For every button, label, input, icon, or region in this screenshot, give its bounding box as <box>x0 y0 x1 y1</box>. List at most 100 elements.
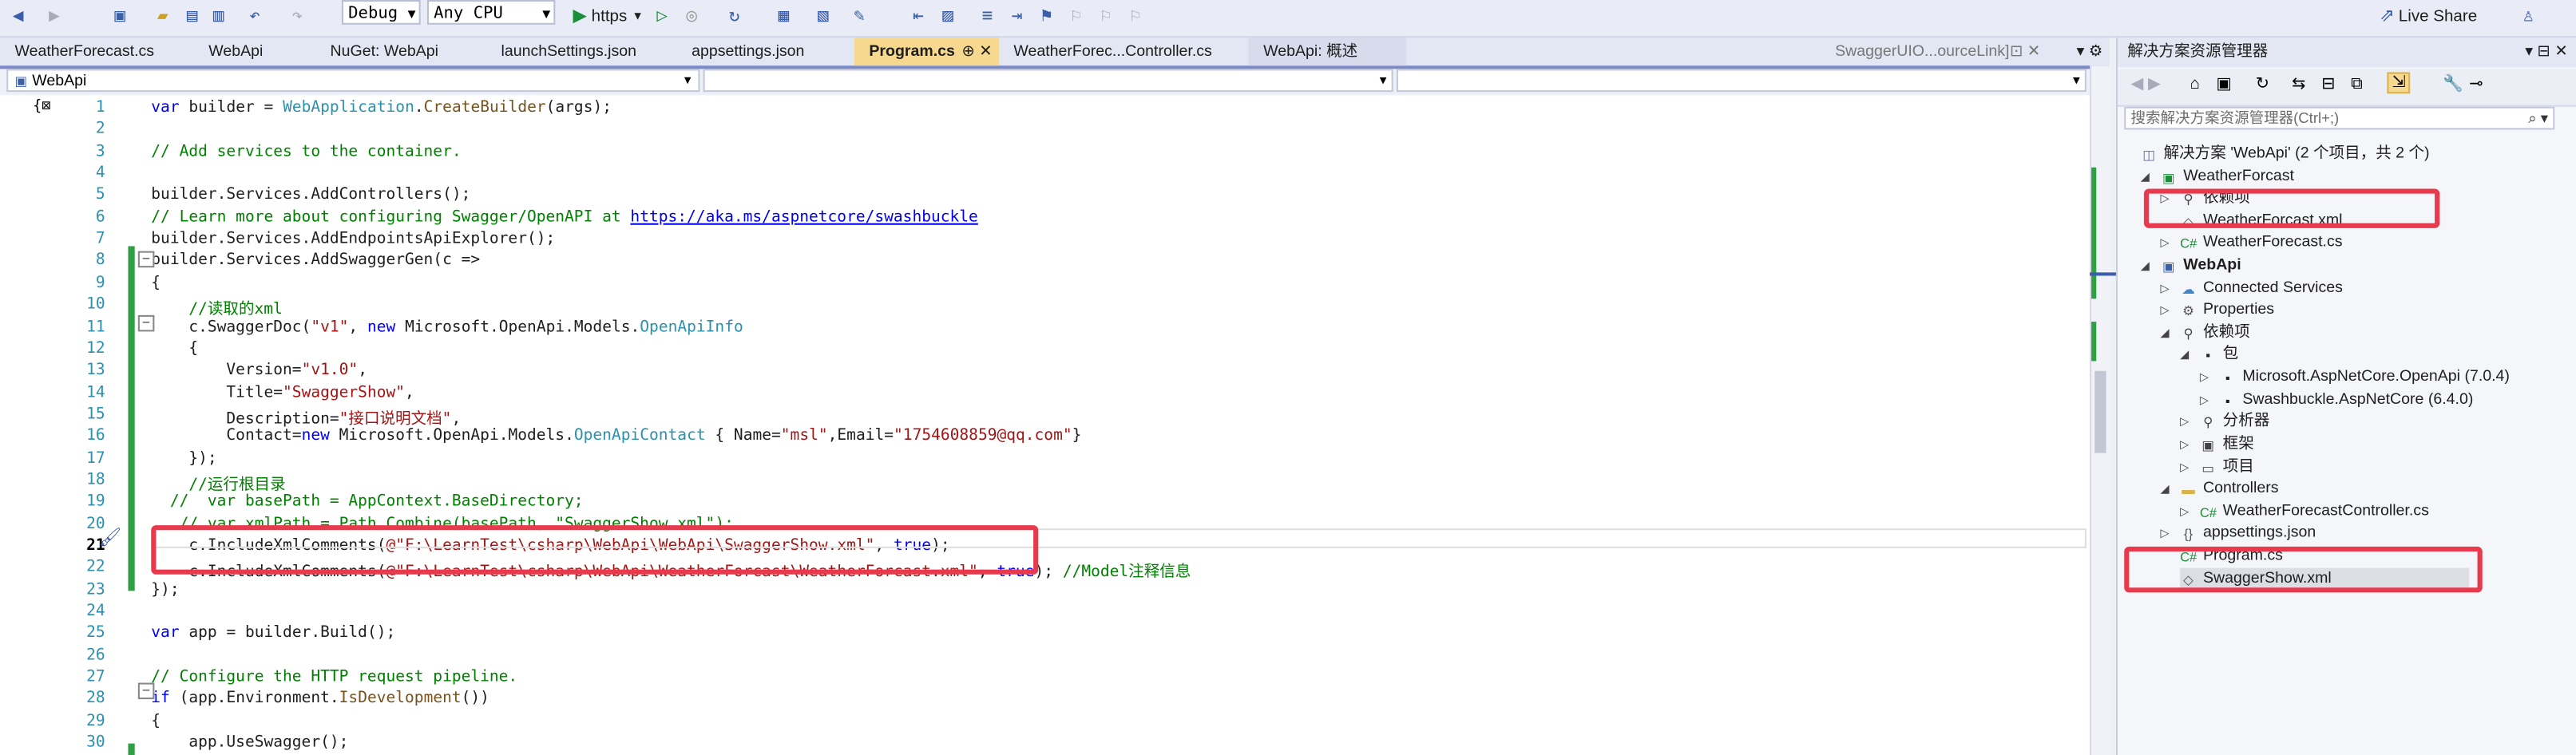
tree-item[interactable]: ⚙ Properties <box>2180 298 2274 320</box>
collapsed-arrow-icon[interactable]: ▷ <box>2180 504 2189 517</box>
tree-item[interactable]: ▭ 项目 <box>2200 456 2253 477</box>
tab-appsettings[interactable]: appsettings.json <box>677 38 854 65</box>
expanded-arrow-icon[interactable]: ◢ <box>2141 170 2150 183</box>
collapsed-arrow-icon[interactable]: ▷ <box>2160 236 2169 249</box>
expanded-arrow-icon[interactable]: ◢ <box>2180 348 2189 361</box>
start-without-debug-icon[interactable]: ▷ <box>651 3 674 30</box>
tab-webapi[interactable]: WebApi <box>194 38 315 65</box>
tab-overflow-icon[interactable]: ▾ ⚙ <box>2070 38 2109 65</box>
sync-icon[interactable]: ⇆ <box>2292 76 2305 94</box>
member-nav-select[interactable]: ▼ <box>1396 69 2087 93</box>
docs-link[interactable]: https://aka.ms/aspnetcore/swashbuckle <box>630 208 977 227</box>
tree-item[interactable]: ⚲ 依赖项 <box>2180 321 2249 342</box>
format-icon[interactable]: ≡ <box>976 3 999 30</box>
open-folder-icon[interactable]: ▰ <box>151 3 174 30</box>
collapsed-arrow-icon[interactable]: ▷ <box>2180 438 2189 451</box>
refresh-icon[interactable]: ↻ <box>723 3 746 30</box>
bookmark-clear-icon[interactable]: ⚐ <box>1124 3 1147 30</box>
collapse-icon[interactable]: − <box>137 314 155 332</box>
platform-select[interactable]: Any CPU ▼ <box>426 0 556 25</box>
json-file-icon: {} <box>2183 527 2193 542</box>
collapse-icon[interactable]: − <box>137 251 155 268</box>
bookmark-prev-icon[interactable]: ⚐ <box>1064 3 1088 30</box>
collapsed-arrow-icon[interactable]: ▷ <box>2180 461 2189 473</box>
type-nav-select[interactable]: ▼ <box>703 69 1393 93</box>
tree-item[interactable]: {} appsettings.json <box>2180 522 2316 544</box>
expanded-arrow-icon[interactable]: ◢ <box>2160 326 2169 338</box>
step-icon[interactable]: ⇤ <box>907 3 930 30</box>
tab-program-cs[interactable]: Program.cs ⊕ ✕ <box>854 38 999 66</box>
show-all-files-icon[interactable]: ⧉ <box>2351 76 2363 94</box>
collapsed-arrow-icon[interactable]: ▷ <box>2200 371 2209 384</box>
code-line: Description="接口说明文档", <box>151 405 461 429</box>
tree-item[interactable]: ▪ Microsoft.AspNetCore.OpenApi (7.0.4) <box>2220 366 2510 388</box>
expanded-arrow-icon[interactable]: ◢ <box>2141 259 2150 272</box>
bookmark-icon[interactable]: ⚑ <box>1035 3 1058 30</box>
tree-item[interactable]: ☁ Connected Services <box>2180 277 2343 298</box>
quick-action-icon[interactable]: 🖌 <box>98 527 121 548</box>
collapse-icon[interactable]: − <box>137 682 155 700</box>
tab-webapi-overview[interactable]: WebApi: 概述 <box>1248 38 1407 66</box>
collapsed-arrow-icon[interactable]: ▷ <box>2160 282 2169 294</box>
tree-item-label: 分析器 <box>2222 412 2270 430</box>
run-button[interactable]: ▶ https ▼ <box>569 3 644 30</box>
pending-changes-icon[interactable]: ↻ <box>2256 76 2269 94</box>
code-token: new <box>301 427 330 445</box>
live-share-button[interactable]: ⇗ Live Share <box>2376 3 2477 30</box>
back-icon[interactable]: ◀ <box>6 3 30 30</box>
close-icon[interactable]: ⊕ ✕ <box>961 38 992 65</box>
collapsed-arrow-icon[interactable]: ▷ <box>2160 303 2169 317</box>
tree-item[interactable]: C# WeatherForecastController.cs <box>2200 500 2429 521</box>
switch-view-icon[interactable]: ▣ <box>2216 76 2231 94</box>
back-icon[interactable]: ◀ ▶ <box>2130 76 2160 94</box>
pin-icon[interactable]: ▾ ⊟ ✕ <box>2525 38 2567 67</box>
collapsed-arrow-icon[interactable]: ▷ <box>2160 527 2169 540</box>
attach-icon[interactable]: ◎ <box>680 3 703 30</box>
tree-item[interactable]: ▣ WebApi <box>2160 255 2241 276</box>
properties-icon[interactable]: 🔧 <box>2443 76 2463 94</box>
undo-icon[interactable]: ↶ <box>243 3 266 30</box>
indent-icon[interactable]: ⇥ <box>1005 3 1028 30</box>
change-marker <box>2091 167 2097 299</box>
preview-selected-icon[interactable]: ⊸ <box>2469 76 2483 94</box>
collapse-all-icon[interactable]: ⊟ <box>2321 76 2335 94</box>
collapsed-arrow-icon[interactable]: ▷ <box>2180 415 2189 428</box>
collapsed-arrow-icon[interactable]: ▷ <box>2200 393 2209 406</box>
tab-weatherforecastcontroller[interactable]: WeatherForec...Controller.cs <box>999 38 1249 65</box>
tree-item[interactable]: ▣ WeatherForcast <box>2160 165 2294 187</box>
configuration-select[interactable]: Debug ▼ <box>341 0 421 25</box>
tab-launchsettings[interactable]: launchSettings.json <box>486 38 677 65</box>
tab-swaggerui-sourcelink[interactable]: SwaggerUIO...ourceLink] ⊡ ✕ <box>1821 38 2051 65</box>
solution-explorer-search[interactable]: 搜索解决方案资源管理器(Ctrl+;) ⌕ ▾ <box>2124 106 2555 130</box>
pin-icon[interactable]: ⊡ ✕ <box>2010 38 2040 65</box>
expanded-arrow-icon[interactable]: ◢ <box>2160 483 2169 496</box>
tool-icon[interactable]: ▧ <box>811 3 834 30</box>
browse-icon[interactable]: ▦ <box>772 3 795 30</box>
scrollbar-thumb[interactable] <box>2094 370 2106 453</box>
tab-weatherforecast-cs[interactable]: WeatherForecast.cs <box>0 38 194 65</box>
editor-scrollbar[interactable] <box>2090 65 2111 755</box>
bookmark-next-icon[interactable]: ⚐ <box>1094 3 1117 30</box>
tree-item[interactable]: ▪ 包 <box>2200 343 2238 365</box>
save-icon[interactable]: ▤ <box>180 3 204 30</box>
preview-icon[interactable]: ⇲ <box>2387 72 2412 94</box>
redo-icon[interactable]: ↷ <box>286 3 309 30</box>
tree-item[interactable]: ◫ 解决方案 'WebApi' (2 个项目，共 2 个) <box>2141 143 2429 164</box>
tree-item[interactable]: ▣ 框架 <box>2200 433 2253 455</box>
tab-nuget-webapi[interactable]: NuGet: WebApi <box>315 38 486 65</box>
new-project-icon[interactable]: ▣ <box>109 3 132 30</box>
code-token: "msl" <box>780 427 828 445</box>
forward-icon[interactable]: ▶ <box>42 3 65 30</box>
home-icon[interactable]: ⌂ <box>2190 76 2200 94</box>
tree-item[interactable]: ▪ Swashbuckle.AspNetCore (6.4.0) <box>2220 388 2473 409</box>
hot-reload-icon[interactable]: ✎ <box>848 3 871 30</box>
tree-item[interactable]: ⚲ 分析器 <box>2200 410 2269 432</box>
tab-label: WebApi: 概述 <box>1263 42 1358 61</box>
save-all-icon[interactable]: ▥ <box>207 3 230 30</box>
code-line: var app = builder.Build(); <box>151 624 395 642</box>
outline-icon[interactable]: ▨ <box>937 3 960 30</box>
tree-item[interactable]: C# WeatherForecast.cs <box>2180 231 2342 253</box>
tree-item[interactable]: ▬ Controllers <box>2180 477 2278 499</box>
account-icon[interactable]: ♙ <box>2517 3 2540 30</box>
project-nav-select[interactable]: ▣ WebApi ▼ <box>6 69 700 93</box>
